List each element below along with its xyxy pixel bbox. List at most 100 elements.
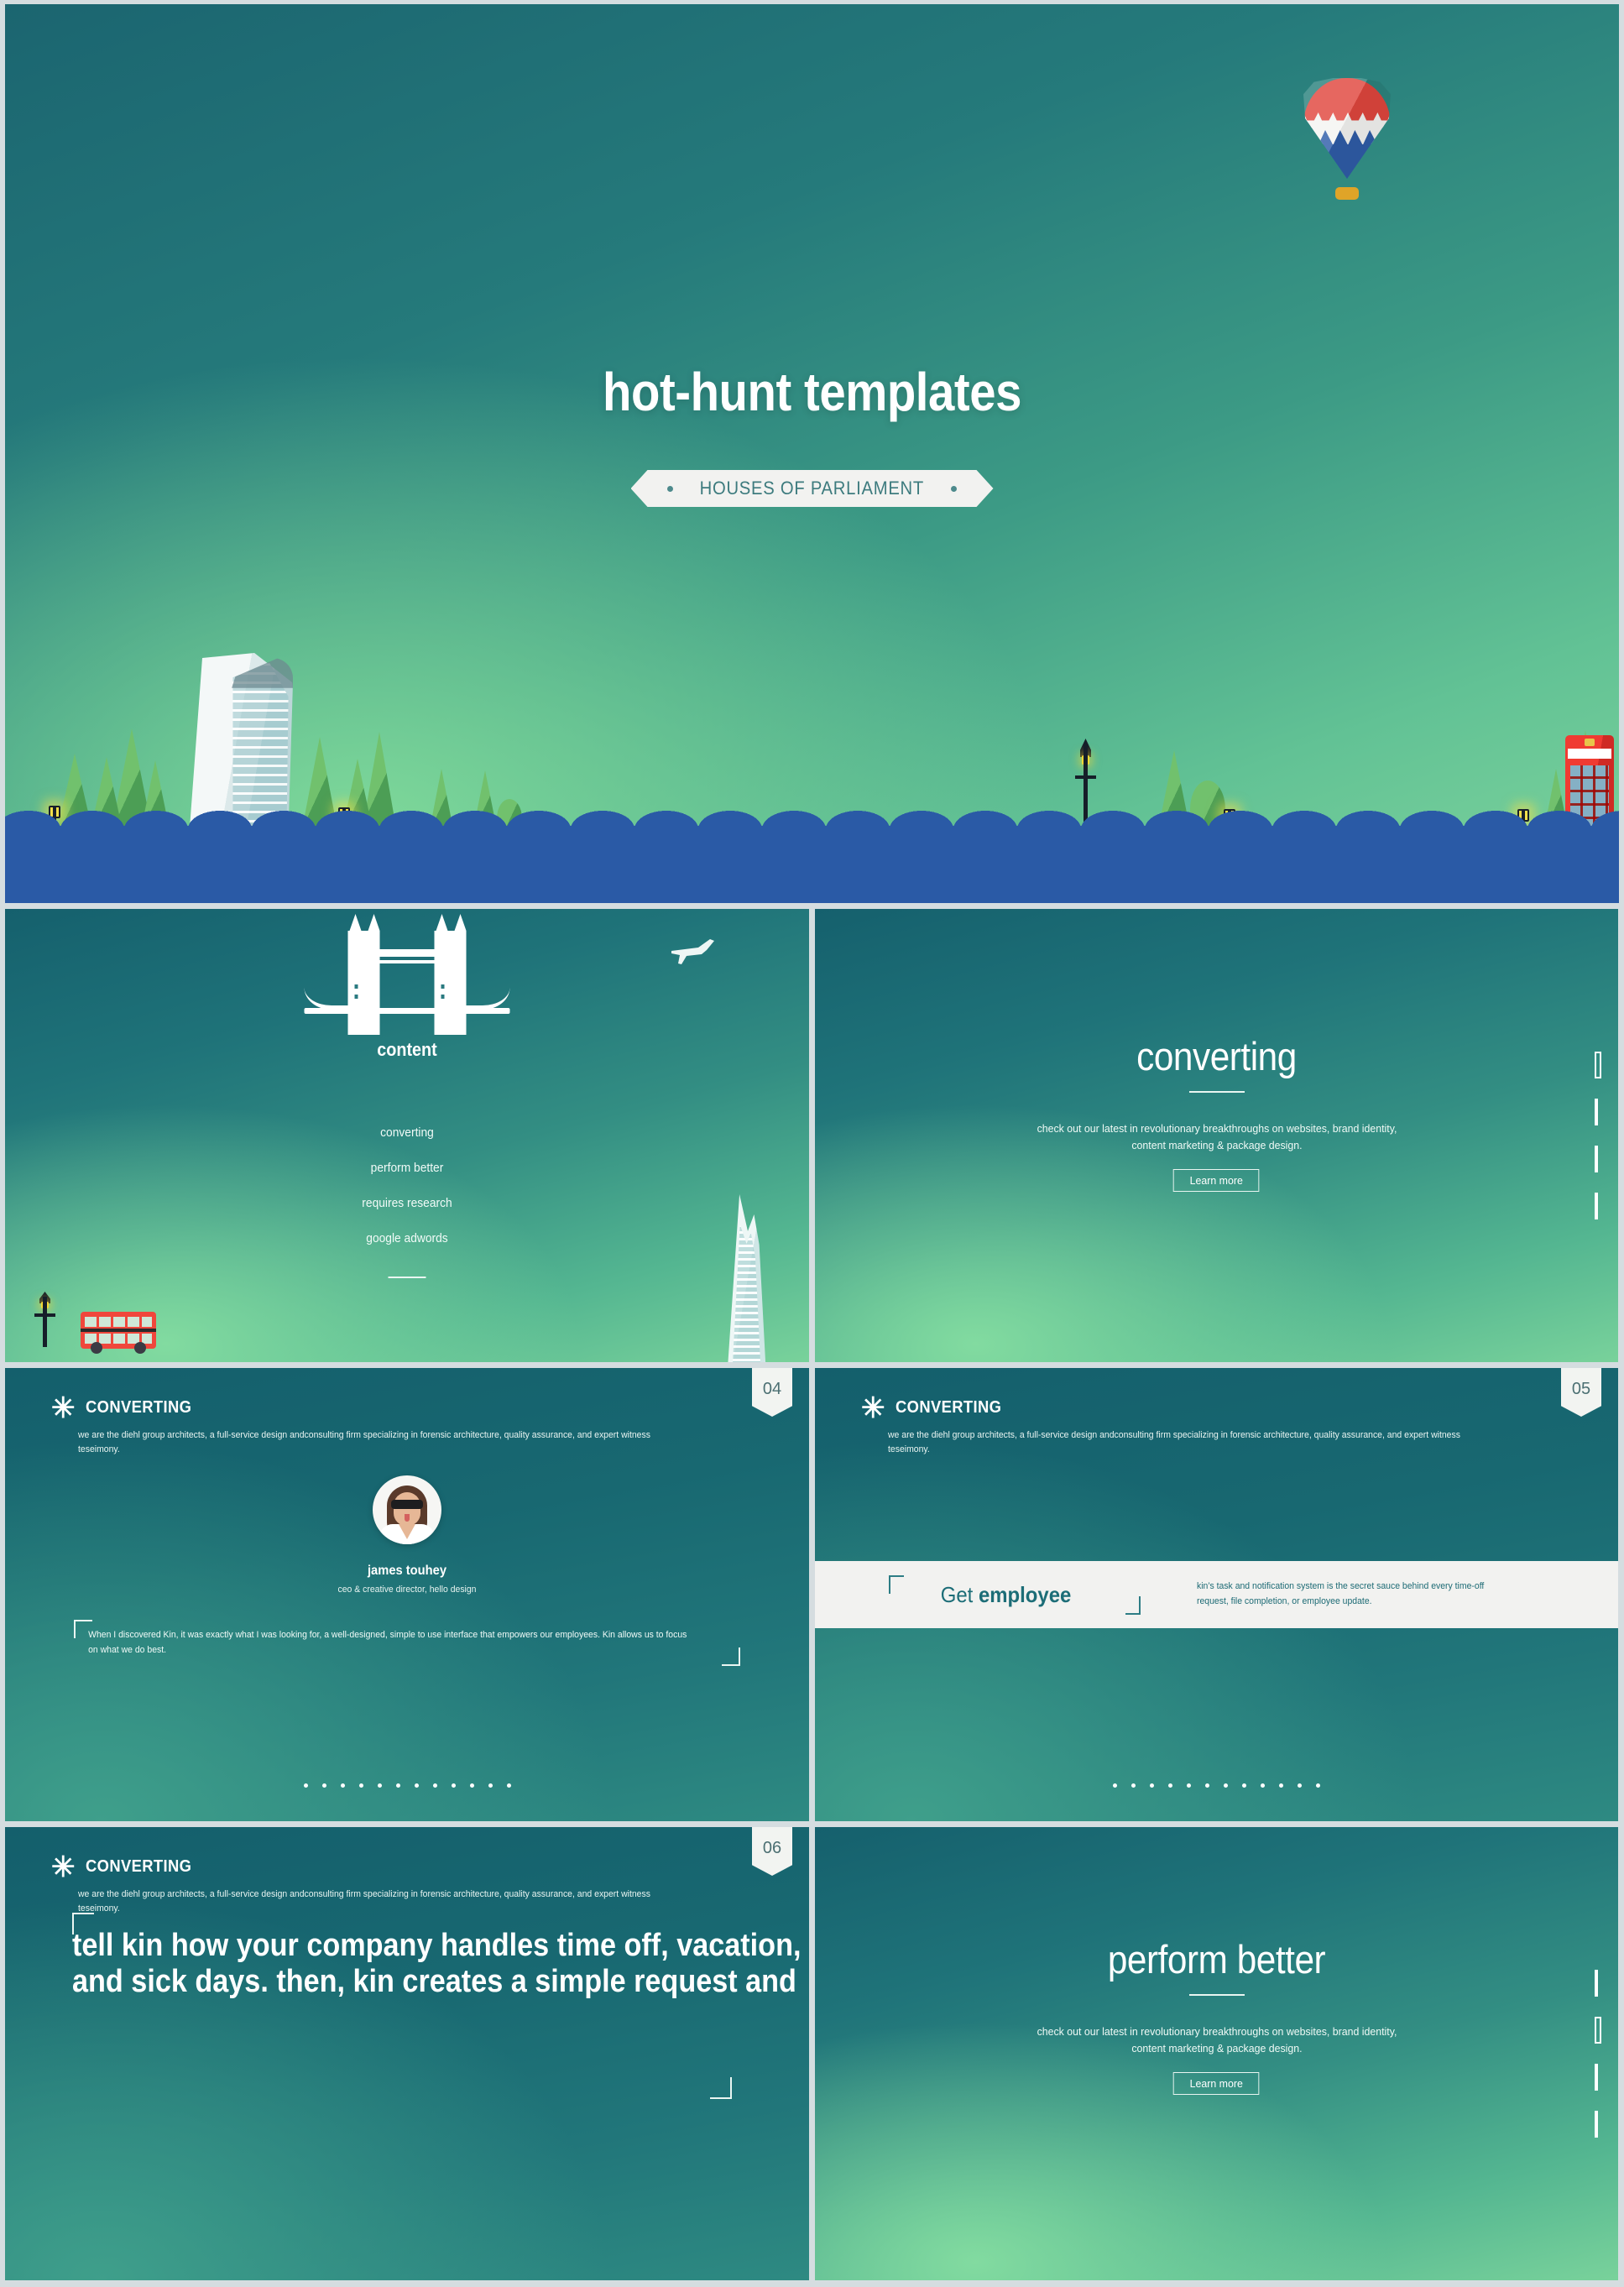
section-body-text: we are the diehl group architects, a ful… [888,1430,1460,1455]
carousel-dot[interactable] [1113,1783,1117,1788]
divider [1188,1994,1245,1996]
airplane-icon [668,937,717,970]
testimonial-quote: When I discovered Kin, it was exactly wh… [88,1630,687,1655]
deck-row-2: content converting perform better requir… [5,909,1619,1362]
tick-indicator-active[interactable] [1595,1052,1601,1078]
carousel-dot[interactable] [1242,1783,1246,1788]
content-nav-item[interactable]: perform better [37,1161,776,1175]
section-kicker: CONVERTING [895,1398,1001,1417]
headline-title: converting [1136,1034,1297,1078]
testimonial-author-role: ceo & creative director, hello design [337,1585,477,1595]
tick-indicator[interactable] [1595,2111,1598,2138]
tick-indicator[interactable] [1595,1970,1598,1997]
carousel-dot[interactable] [340,1783,345,1788]
slide-number-badge: 06 [752,1827,792,1876]
slide-statement[interactable]: 06 ✳ CONVERTING we are the diehl group a… [5,1827,809,2280]
carousel-dot[interactable] [1298,1783,1302,1788]
hero-ribbon-label: HOUSES OF PARLIAMENT [699,478,925,499]
carousel-dot[interactable] [488,1783,493,1788]
water-strip [5,811,1619,903]
carousel-dot[interactable] [303,1783,308,1788]
band-body-text: kin’s task and notification system is th… [1197,1581,1485,1606]
street-lamp-icon [32,1292,57,1347]
divider [388,1277,426,1278]
corner-bracket-icon [710,2077,732,2099]
carousel-dot[interactable] [1261,1783,1265,1788]
carousel-dots[interactable] [815,1783,1618,1788]
section-header: ✳ CONVERTING we are the diehl group arch… [51,1851,734,1916]
carousel-dot[interactable] [414,1783,419,1788]
section-kicker: CONVERTING [85,1857,191,1876]
divider [1188,1091,1245,1093]
asterisk-icon: ✳ [51,1392,76,1424]
slide-hero[interactable]: hot-hunt templates HOUSES OF PARLIAMENT [5,4,1619,903]
hot-air-balloon-icon [1303,78,1408,200]
double-decker-bus-icon [81,1312,156,1354]
tick-indicator-active[interactable] [1595,2017,1601,2044]
carousel-dot[interactable] [358,1783,363,1788]
hero-ribbon-banner[interactable]: HOUSES OF PARLIAMENT [631,470,994,507]
tick-indicator[interactable] [1595,1146,1598,1172]
carousel-dot[interactable] [432,1783,437,1788]
headline-subtitle: check out our latest in revolutionary br… [1037,1122,1397,1152]
slide-tick-indicators[interactable] [1595,1970,1601,2138]
tick-indicator[interactable] [1595,1193,1598,1219]
section-header: ✳ CONVERTING we are the diehl group arch… [861,1392,1543,1457]
employee-band: Get employee kin’s task and notification… [815,1561,1618,1628]
content-nav-item[interactable]: requires research [37,1196,776,1210]
carousel-dot[interactable] [395,1783,400,1788]
deck-row-3: 04 ✳ CONVERTING we are the diehl group a… [5,1368,1619,1821]
tick-indicator[interactable] [1595,1099,1598,1125]
carousel-dot[interactable] [1279,1783,1283,1788]
carousel-dot[interactable] [321,1783,326,1788]
ribbon-dot-left-icon [667,486,673,492]
headline-title: perform better [1107,1937,1326,1982]
headline-subtitle: check out our latest in revolutionary br… [1037,2025,1397,2055]
carousel-dot[interactable] [1316,1783,1320,1788]
slide-headline-converting[interactable]: converting check out our latest in revol… [815,909,1618,1362]
content-heading: content [377,1039,437,1060]
carousel-dot[interactable] [1224,1783,1228,1788]
deck-row-1: hot-hunt templates HOUSES OF PARLIAMENT [5,4,1619,903]
corner-bracket-icon [889,1574,904,1594]
asterisk-icon: ✳ [861,1392,885,1424]
carousel-dot[interactable] [1150,1783,1154,1788]
carousel-dot[interactable] [1168,1783,1172,1788]
shard-tower-icon [722,1194,774,1362]
corner-bracket-icon [722,1647,740,1667]
carousel-dot[interactable] [1187,1783,1191,1788]
slide-testimonial[interactable]: 04 ✳ CONVERTING we are the diehl group a… [5,1368,809,1821]
ribbon-dot-right-icon [951,486,957,492]
carousel-dot[interactable] [451,1783,456,1788]
hero-skyline-illustration [5,626,1619,903]
slide-content-menu[interactable]: content converting perform better requir… [5,909,809,1362]
balloon-basket-icon [1335,187,1359,200]
tick-indicator[interactable] [1595,2064,1598,2091]
slide-headline-perform-better[interactable]: perform better check out our latest in r… [815,1827,1618,2280]
testimonial-author-name: james touhey [367,1564,447,1578]
content-nav-list: converting perform better requires resea… [5,1125,809,1266]
slide-number-badge: 04 [752,1368,792,1417]
carousel-dot[interactable] [377,1783,382,1788]
carousel-dots[interactable] [5,1783,809,1788]
testimonial-quote-box: When I discovered Kin, it was exactly wh… [74,1620,740,1667]
slide-get-employee[interactable]: 05 ✳ CONVERTING we are the diehl group a… [815,1368,1618,1821]
content-nav-item[interactable]: google adwords [37,1231,776,1245]
carousel-dot[interactable] [1205,1783,1209,1788]
section-body-text: we are the diehl group architects, a ful… [78,1430,650,1455]
content-nav-item[interactable]: converting [37,1125,776,1140]
statement-block: tell kin how your company handles time o… [72,1913,801,2099]
deck-row-4: 06 ✳ CONVERTING we are the diehl group a… [5,1827,1619,2280]
carousel-dot[interactable] [1131,1783,1136,1788]
slide-tick-indicators[interactable] [1595,1052,1601,1219]
band-headline-bold: employee [978,1581,1072,1607]
learn-more-button[interactable]: Learn more [1172,2072,1261,2096]
band-headline-light: Get [940,1581,979,1607]
carousel-dot[interactable] [469,1783,474,1788]
section-body-text: we are the diehl group architects, a ful… [78,1889,650,1914]
avatar [373,1475,441,1544]
learn-more-button[interactable]: Learn more [1172,1169,1261,1193]
slide-deck: hot-hunt templates HOUSES OF PARLIAMENT [0,0,1624,2287]
asterisk-icon: ✳ [51,1851,76,1883]
carousel-dot[interactable] [506,1783,511,1788]
